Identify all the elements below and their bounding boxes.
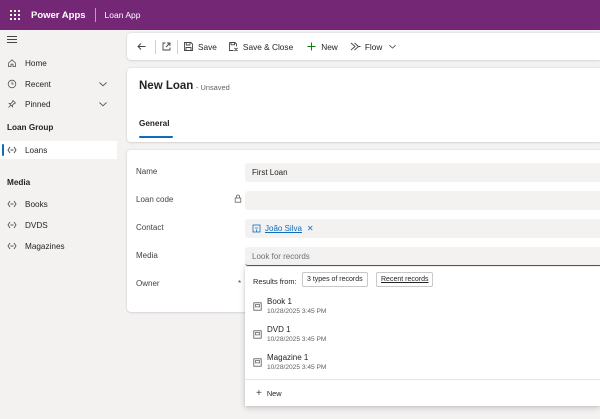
hamburger-menu-icon[interactable] <box>7 36 17 45</box>
record-icon <box>253 358 262 369</box>
entity-icon <box>6 219 18 231</box>
save-and-close-button[interactable]: Save & Close <box>228 33 293 60</box>
lookup-results-flyout: Results from: 3 types of records Recent … <box>245 267 600 406</box>
new-button[interactable]: New <box>306 33 338 60</box>
open-new-window-icon <box>162 42 171 51</box>
field-label-contact: Contact <box>136 223 164 232</box>
field-label-media: Media <box>136 251 158 260</box>
media-lookup-input[interactable]: Look for records <box>245 247 600 266</box>
flow-label: Flow <box>364 41 383 52</box>
chevron-down-icon[interactable] <box>98 79 108 91</box>
lookup-result-item[interactable]: Magazine 1 10/28/2025 3:45 PM <box>245 350 600 377</box>
field-label-loan-code: Loan code <box>136 195 174 204</box>
recent-records-label: Recent records <box>381 276 429 283</box>
contact-lookup-field[interactable]: João Silva ✕ <box>245 219 600 238</box>
media-lookup-placeholder: Look for records <box>252 251 310 261</box>
result-date: 10/28/2025 3:45 PM <box>267 336 327 343</box>
sidebar-item-label: Loans <box>25 145 48 155</box>
record-header: New Loan - Unsaved General <box>127 68 600 142</box>
new-label: New <box>321 41 338 52</box>
app-header: Power Apps Loan App <box>0 0 600 30</box>
record-status: - Unsaved <box>196 83 230 92</box>
home-icon <box>6 57 18 69</box>
contact-tag-link[interactable]: João Silva <box>265 224 302 233</box>
command-bar: Save Save & Close New Flow <box>127 33 600 60</box>
app-name[interactable]: Power Apps <box>31 10 86 21</box>
sitemap-sidebar: Home Recent Pinned Loan Group Loans Medi… <box>0 30 117 419</box>
plus-icon: + <box>256 387 262 399</box>
contact-card-icon <box>252 224 261 233</box>
sidebar-item-dvds[interactable]: DVDS <box>0 216 117 234</box>
toolbar-divider <box>155 39 156 54</box>
sidebar-item-books[interactable]: Books <box>0 195 117 213</box>
app-module-name[interactable]: Loan App <box>105 10 141 20</box>
back-arrow-icon <box>137 43 146 50</box>
chevron-down-icon <box>389 44 397 49</box>
lookup-new-button[interactable]: + New <box>245 379 600 406</box>
toolbar-divider <box>177 39 178 54</box>
name-field-value: First Loan <box>252 168 288 177</box>
record-icon <box>253 330 262 341</box>
result-name: Magazine 1 <box>267 353 309 362</box>
header-divider <box>94 8 96 22</box>
flow-icon <box>350 42 361 51</box>
result-name: Book 1 <box>267 297 292 306</box>
record-icon <box>253 302 262 313</box>
back-button[interactable] <box>136 33 147 60</box>
sidebar-item-label: Pinned <box>25 99 51 109</box>
sidebar-item-pinned[interactable]: Pinned <box>0 95 117 113</box>
save-icon <box>184 42 193 51</box>
record-title: New Loan <box>139 80 194 92</box>
field-label-name: Name <box>136 167 158 176</box>
entity-icon <box>6 240 18 252</box>
name-field[interactable]: First Loan <box>245 163 600 182</box>
sidebar-item-label: Magazines <box>25 241 65 251</box>
save-button[interactable]: Save <box>183 33 217 60</box>
sidebar-item-recent[interactable]: Recent <box>0 75 117 93</box>
record-types-filter-label: 3 types of records <box>307 276 363 283</box>
lookup-result-item[interactable]: Book 1 10/28/2025 3:45 PM <box>245 294 600 321</box>
result-date: 10/28/2025 3:45 PM <box>267 364 327 371</box>
tab-general[interactable]: General <box>139 119 170 128</box>
sidebar-item-magazines[interactable]: Magazines <box>0 237 117 255</box>
sidebar-group-title: Loan Group <box>7 123 54 132</box>
result-name: DVD 1 <box>267 325 291 334</box>
remove-tag-icon[interactable]: ✕ <box>307 224 314 233</box>
save-close-icon <box>228 42 238 52</box>
sidebar-item-label: Home <box>25 58 47 68</box>
tab-active-indicator <box>139 136 173 138</box>
flow-button[interactable]: Flow <box>350 33 398 60</box>
sidebar-item-loans[interactable]: Loans <box>0 141 117 159</box>
pin-icon <box>6 98 18 110</box>
sidebar-group-title: Media <box>7 178 31 187</box>
sidebar-item-label: DVDS <box>25 220 48 230</box>
sidebar-item-home[interactable]: Home <box>0 54 117 72</box>
contact-tag: João Silva ✕ <box>252 224 314 233</box>
save-and-close-label: Save & Close <box>242 41 294 52</box>
field-label-owner: Owner <box>136 279 160 288</box>
chevron-down-icon[interactable] <box>98 99 108 111</box>
sidebar-item-label: Recent <box>25 79 51 89</box>
entity-icon <box>6 198 18 210</box>
results-from-label: Results from: <box>253 277 297 286</box>
result-date: 10/28/2025 3:45 PM <box>267 308 327 315</box>
entity-icon <box>6 144 18 156</box>
lookup-new-label: New <box>266 388 282 398</box>
waffle-grid-icon[interactable] <box>0 0 30 30</box>
record-types-filter-button[interactable]: 3 types of records <box>302 272 368 287</box>
required-indicator: * <box>238 279 242 288</box>
save-label: Save <box>198 41 217 52</box>
loan-code-field[interactable] <box>245 191 600 210</box>
recent-records-button[interactable]: Recent records <box>376 272 434 287</box>
sidebar-item-label: Books <box>25 199 48 209</box>
lookup-result-item[interactable]: DVD 1 10/28/2025 3:45 PM <box>245 322 600 349</box>
plus-icon <box>307 42 316 51</box>
open-new-window-button[interactable] <box>161 33 172 60</box>
clock-icon <box>6 78 18 90</box>
lock-icon <box>234 194 242 205</box>
